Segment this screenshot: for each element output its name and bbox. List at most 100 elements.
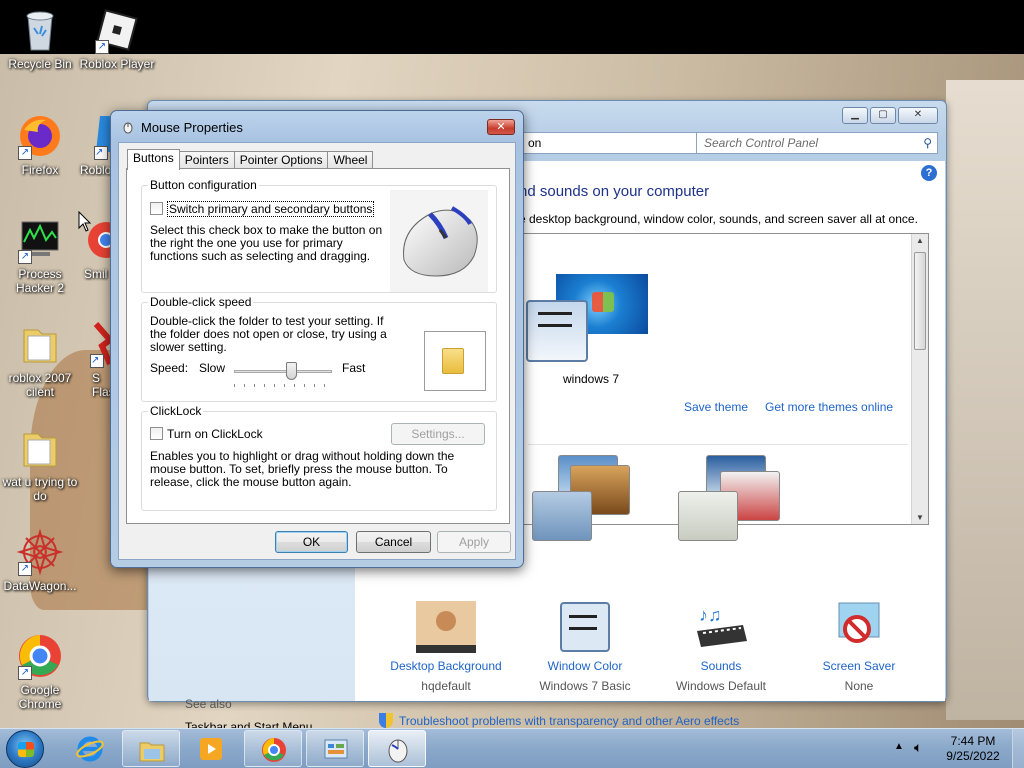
desktop-icon-firefox[interactable]: ↗ Firefox	[0, 112, 80, 177]
desktop-icon-process-hacker[interactable]: ↗ Process Hacker 2	[0, 216, 80, 295]
windows-logo-icon	[592, 292, 614, 312]
cancel-button[interactable]: Cancel	[356, 531, 431, 553]
get-more-themes-link[interactable]: Get more themes online	[765, 400, 893, 414]
clock[interactable]: 7:44 PM 9/25/2022	[940, 734, 1006, 764]
sounds-value: Windows Default	[675, 679, 767, 693]
save-theme-link[interactable]: Save theme	[684, 400, 748, 414]
sounds-item[interactable]: ♪♫ Sounds Windows Default	[646, 601, 796, 693]
theme-scrollbar[interactable]: ▲ ▼	[911, 234, 928, 524]
scrollbar-thumb[interactable]	[914, 252, 926, 350]
show-hidden-icons-icon[interactable]: ▲	[894, 741, 904, 752]
help-icon[interactable]: ?	[921, 165, 937, 181]
folder-icon[interactable]	[442, 348, 464, 374]
test-folder-area[interactable]	[424, 331, 486, 391]
ok-button[interactable]: OK	[275, 531, 348, 553]
desktop-icon-label: S Flash	[92, 371, 110, 399]
desktop-icon-google-chrome[interactable]: ↗ Google Chrome	[0, 632, 80, 711]
screen-saver-icon	[829, 601, 889, 653]
desktop-background-icon	[416, 601, 476, 653]
theme-thumbnail[interactable]	[528, 455, 630, 541]
speed-slider-thumb[interactable]	[286, 362, 297, 380]
process-hacker-icon: ↗	[16, 216, 64, 264]
taskbar-internet-explorer[interactable]	[61, 730, 119, 767]
show-desktop-button[interactable]	[1012, 729, 1024, 768]
clicklock-checkbox[interactable]: Turn on ClickLock	[150, 427, 263, 441]
desktop-icon-flash[interactable]: ↗ S Flash	[80, 320, 110, 399]
desktop-icon-roblox-player[interactable]: ↗ Roblox Player	[77, 6, 157, 71]
chrome-icon	[262, 738, 286, 762]
see-also-heading: See also	[185, 697, 232, 711]
clock-time: 7:44 PM	[950, 734, 996, 748]
apply-button[interactable]: Apply	[437, 531, 511, 553]
tab-buttons[interactable]: Buttons	[127, 149, 180, 170]
tab-pointers[interactable]: Pointers	[178, 151, 235, 169]
desktop-icon-recycle-bin[interactable]: Recycle Bin	[0, 6, 80, 71]
mouse-image	[390, 190, 488, 292]
shortcut-arrow-icon: ↗	[95, 40, 109, 54]
taskbar-media-player[interactable]	[182, 730, 240, 767]
speed-slider-track[interactable]	[234, 370, 332, 373]
chrome-icon: ↗	[16, 632, 64, 680]
slow-label: Slow	[199, 361, 226, 375]
switch-buttons-checkbox[interactable]: Switch primary and secondary buttons	[150, 201, 375, 217]
checkbox-icon[interactable]	[150, 202, 163, 215]
checkbox-icon[interactable]	[150, 427, 163, 440]
sounds-icon: ♪♫	[691, 601, 751, 653]
desktop-icon-wat-u-trying[interactable]: wat u trying to do	[0, 424, 80, 503]
taskbar-control-panel[interactable]	[306, 730, 364, 767]
desktop-icon-roblox-2007[interactable]: roblox 2007 cilent	[0, 320, 80, 399]
tab-pointer-options[interactable]: Pointer Options	[233, 151, 329, 169]
screen-saver-item[interactable]: Screen Saver None	[784, 601, 934, 693]
minimize-button[interactable]: ▁	[842, 107, 868, 124]
window-controls: ▁ ▢ ✕	[842, 107, 938, 124]
taskbar-mouse-properties[interactable]	[368, 730, 426, 767]
troubleshoot-link[interactable]: Troubleshoot problems with transparency …	[379, 713, 739, 728]
desktop-icon-label: Roblox Player	[79, 57, 155, 71]
desktop-icon-datawagon[interactable]: ↗ DataWagon...	[0, 528, 80, 593]
scroll-down-icon[interactable]: ▼	[912, 513, 928, 522]
desktop-icon-label: Smil	[84, 267, 108, 281]
desktop-icon-label: DataWagon...	[3, 579, 77, 593]
window-color-icon	[555, 601, 615, 653]
window-preview-icon	[526, 300, 588, 362]
search-input[interactable]: Search Control Panel ⚲	[696, 132, 938, 154]
screen-saver-link[interactable]: Screen Saver	[784, 659, 934, 673]
maximize-button[interactable]: ▢	[870, 107, 896, 124]
desktop-icon-label: Roblo	[80, 163, 110, 177]
volume-icon[interactable]: 🔈︎	[914, 739, 922, 756]
flash-icon: ↗	[80, 320, 110, 368]
taskbar-chrome[interactable]	[244, 730, 302, 767]
clicklock-settings-button[interactable]: Settings...	[391, 423, 485, 445]
search-icon[interactable]: ⚲	[923, 133, 932, 153]
address-text: on	[528, 136, 542, 150]
desktop-icon-label: Process Hacker 2	[15, 267, 65, 295]
taskbar: ▲ 🔈︎ 7:44 PM 9/25/2022	[0, 728, 1024, 768]
desktop-background-item[interactable]: Desktop Background hqdefault	[371, 601, 521, 693]
desktop-background-link[interactable]: Desktop Background	[371, 659, 521, 673]
desktop-icon-label: Google Chrome	[18, 683, 62, 711]
taskbar-windows-explorer[interactable]	[122, 730, 180, 767]
sounds-link[interactable]: Sounds	[646, 659, 796, 673]
troubleshoot-text: Troubleshoot problems with transparency …	[399, 714, 740, 728]
close-button[interactable]: ✕	[898, 107, 938, 124]
page-subtitle: e desktop background, window color, soun…	[519, 212, 918, 226]
theme-thumbnail[interactable]	[668, 455, 780, 541]
window-color-item[interactable]: Window Color Windows 7 Basic	[510, 601, 660, 693]
dialog-title: Mouse Properties	[141, 120, 243, 135]
start-button[interactable]	[6, 730, 44, 768]
tab-wheel[interactable]: Wheel	[327, 151, 374, 169]
desktop-icon-label: wat u trying to do	[2, 475, 78, 503]
speed-label: Speed:	[150, 361, 189, 375]
desktop-icon-roblox-studio[interactable]: ↗ Roblo	[70, 112, 110, 177]
roblox-studio-icon: ↗	[70, 112, 110, 160]
theme-name[interactable]: windows 7	[563, 372, 619, 386]
dialog-close-button[interactable]: ✕	[487, 119, 515, 135]
windows-logo-icon	[18, 742, 34, 757]
theme-row	[528, 444, 908, 541]
clock-date: 9/25/2022	[946, 749, 1000, 763]
scroll-up-icon[interactable]: ▲	[912, 236, 928, 245]
dialog-body: Buttons Pointers Pointer Options Wheel B…	[118, 142, 516, 560]
control-panel-icon	[324, 739, 348, 759]
button-configuration-group: Button configuration Switch primary and …	[141, 178, 497, 293]
window-color-link[interactable]: Window Color	[510, 659, 660, 673]
